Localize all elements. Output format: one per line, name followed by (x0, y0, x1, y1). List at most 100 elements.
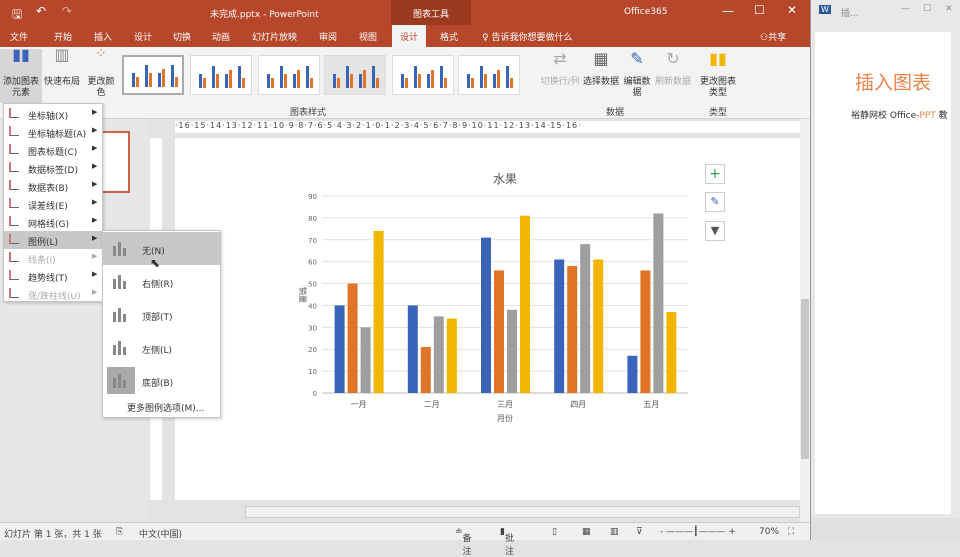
chart-element-icon (9, 144, 19, 154)
submenu-arrow-icon: ▶ (92, 216, 98, 224)
chart-element-icon (9, 198, 19, 208)
bar (407, 305, 418, 393)
slide-count: 幻灯片 第 1 张，共 1 张 (4, 530, 102, 540)
legend-position-icon (107, 334, 135, 361)
y-tick-label: 80 (308, 215, 317, 223)
vertical-scrollbar[interactable] (800, 119, 810, 522)
submenu-arrow-icon: ▶ (92, 126, 98, 134)
chart-element-icon (9, 234, 19, 244)
x-tick-label: 一月 (351, 400, 367, 409)
submenu-arrow-icon: ▶ (92, 162, 98, 170)
bar (554, 259, 565, 393)
menu-item[interactable]: 网格线(G) ▶ (4, 213, 102, 231)
bar (334, 305, 345, 393)
menu-item[interactable]: 数据表(B) ▶ (4, 177, 102, 195)
zoom-level[interactable]: 70% (759, 527, 779, 537)
bar (640, 270, 651, 393)
legend-position-icon (107, 367, 135, 394)
bar (347, 283, 358, 393)
slide-sorter-button[interactable]: ▦ (582, 527, 591, 537)
word-minimize-button[interactable]: — (901, 4, 910, 14)
chart-styles-brush-button[interactable]: ✎ (705, 192, 725, 212)
chart-elements-button[interactable]: + (705, 164, 725, 184)
menu-item[interactable]: 图例(L) ▶ (4, 231, 102, 249)
bar (481, 237, 491, 393)
submenu-arrow-icon: ▶ (92, 144, 98, 152)
legend-option[interactable]: 底部(B) (103, 364, 220, 397)
menu-item[interactable]: 线条(I) ▶ (4, 249, 102, 267)
legend-position-icon (107, 301, 135, 328)
x-tick-label: 五月 (643, 400, 659, 409)
notes-button[interactable]: ≐ 备注 (455, 527, 472, 557)
menu-item[interactable]: 误差线(E) ▶ (4, 195, 102, 213)
word-close-button[interactable]: ✕ (945, 4, 953, 14)
menu-item[interactable]: 趋势线(T) ▶ (4, 267, 102, 285)
chart-element-icon (9, 288, 19, 298)
legend-option[interactable]: 右侧(R) (103, 265, 220, 298)
bar (420, 347, 431, 393)
language[interactable]: 中文(中国) (139, 527, 182, 540)
submenu-arrow-icon: ▶ (92, 270, 98, 278)
y-tick-label: 20 (308, 346, 317, 354)
legend-option[interactable]: 顶部(T) (103, 298, 220, 331)
y-tick-label: 70 (308, 237, 317, 245)
normal-view-button[interactable]: ▯ (552, 527, 557, 537)
submenu-arrow-icon: ▶ (92, 180, 98, 188)
more-legend-options[interactable]: 更多图例选项(M)... (127, 401, 204, 414)
y-tick-label: 90 (308, 193, 317, 201)
y-axis-title: 销量 (298, 287, 308, 303)
chart-element-icon (9, 270, 19, 280)
x-tick-label: 四月 (570, 400, 586, 409)
legend-option[interactable]: 无(N) (103, 232, 220, 265)
x-tick-label: 二月 (424, 400, 440, 409)
zoom-slider[interactable]: - ———┃——— + (660, 527, 736, 537)
word-maximize-button[interactable]: ☐ (923, 4, 931, 14)
submenu-arrow-icon: ▶ (92, 252, 98, 260)
horizontal-scrollbar[interactable] (245, 506, 800, 518)
word-document-page[interactable]: 插入图表 裕静网校 Office-PPT 教 (815, 32, 951, 514)
chart-filter-button[interactable]: ▼ (705, 221, 725, 241)
slideshow-button[interactable]: ⊽ (636, 527, 643, 537)
chart-element-icon (9, 108, 19, 118)
mouse-cursor-icon: ⬉ (150, 256, 161, 270)
word-status-bar (811, 518, 960, 540)
chart-element-icon (9, 216, 19, 226)
fit-slide-button[interactable]: ⛶ (788, 527, 794, 537)
submenu-arrow-icon: ▶ (92, 108, 98, 116)
legend-submenu: 无(N) 右侧(R) 顶部(T) 左侧(L) 底部(B) 更多图例选项(M)... (102, 230, 221, 418)
chart-element-icon (9, 180, 19, 190)
legend-option[interactable]: 左侧(L) (103, 331, 220, 364)
chart-title: 水果 (493, 172, 517, 186)
comments-button[interactable]: ▮ 批注 (500, 527, 514, 557)
bar (494, 270, 504, 393)
y-tick-label: 40 (308, 302, 317, 310)
y-tick-label: 0 (313, 390, 317, 398)
menu-item[interactable]: 坐标轴标题(A) ▶ (4, 123, 102, 141)
bar (507, 309, 517, 393)
bar (666, 312, 677, 393)
status-bar: 幻灯片 第 1 张，共 1 张 ⎘ 中文(中国) ≐ 备注 ▮ 批注 ▯ ▦ ▥… (0, 522, 810, 557)
word-heading: 插入图表 (855, 72, 932, 94)
reading-view-button[interactable]: ▥ (610, 527, 619, 537)
bar (580, 244, 591, 393)
y-tick-label: 10 (308, 368, 317, 376)
menu-item[interactable]: 涨/跌柱线(U) ▶ (4, 285, 102, 303)
bar (653, 213, 664, 393)
bar (446, 318, 457, 393)
word-window: W 插... — ☐ ✕ 插入图表 裕静网校 Office-PPT 教 (810, 0, 960, 540)
bar (360, 327, 371, 393)
bar (520, 215, 530, 393)
spellcheck-icon[interactable]: ⎘ (116, 527, 123, 537)
y-tick-label: 60 (308, 259, 317, 267)
y-tick-label: 50 (308, 281, 317, 289)
chart-element-icon (9, 252, 19, 262)
menu-item[interactable]: 图表标题(C) ▶ (4, 141, 102, 159)
x-tick-label: 三月 (497, 400, 513, 409)
chart-element-icon (9, 162, 19, 172)
menu-item[interactable]: 坐标轴(X) ▶ (4, 105, 102, 123)
legend-position-icon (107, 235, 135, 262)
bar (567, 266, 578, 393)
menu-item[interactable]: 数据标签(D) ▶ (4, 159, 102, 177)
word-body-text: 裕静网校 Office-PPT 教 (851, 111, 948, 121)
submenu-arrow-icon: ▶ (92, 198, 98, 206)
